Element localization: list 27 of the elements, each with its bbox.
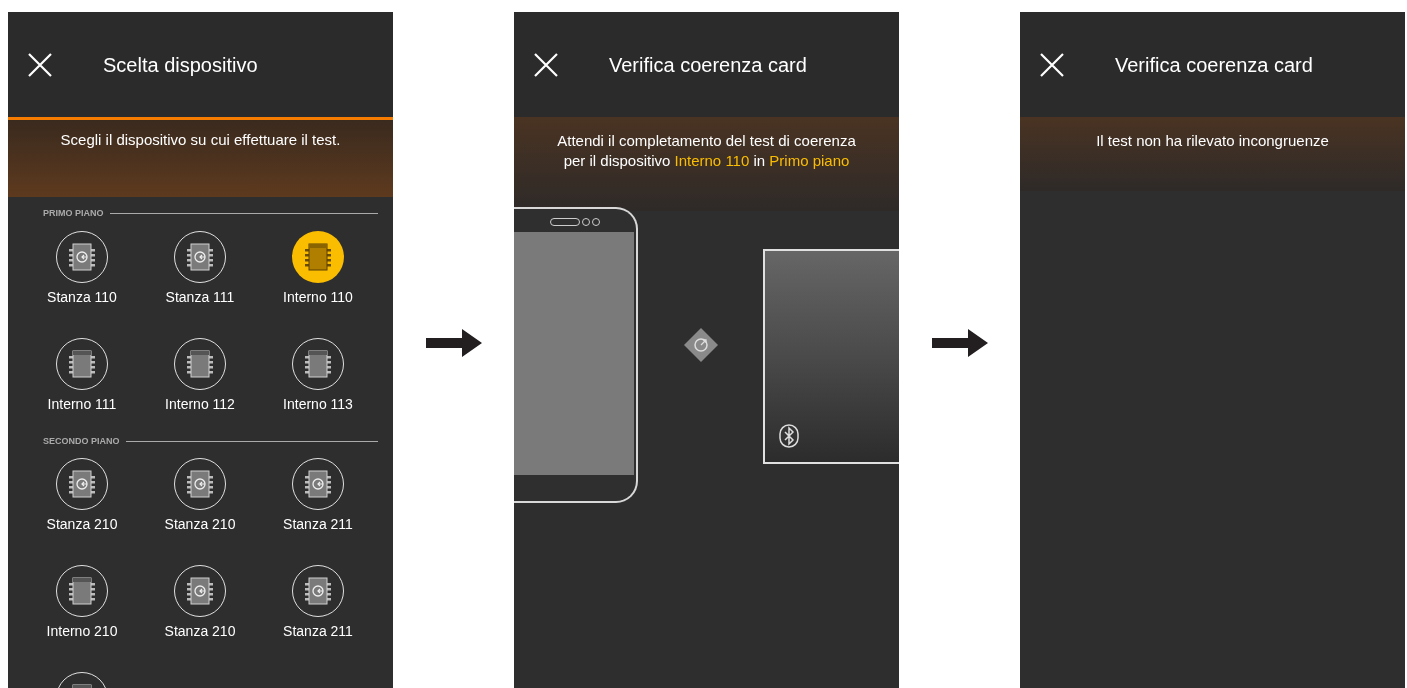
screen-title: Verifica coerenza card [1115,52,1313,78]
bluetooth-icon [779,424,799,448]
instruction-text: Scegli il dispositivo su cui effettuare il test. [60,130,341,150]
device-item[interactable]: Interno 210 [23,555,141,662]
section-label: PRIMO PIANO [43,207,104,220]
device-item[interactable]: Interno 113 [259,327,377,435]
device-item[interactable]: Stanza 210 [23,448,141,555]
device-item[interactable]: Stanza 111 [141,220,259,328]
close-icon[interactable] [1039,51,1065,78]
section-label: SECONDO PIANO [43,434,120,448]
status-message: Attendi il completamento del test di coerenza per il dispositivo Interno 110 in Primo piano [557,131,856,171]
arrow-icon [425,329,482,357]
chip-icon [292,230,344,283]
device-item[interactable]: Stanza 210 [141,555,259,662]
device-item[interactable]: Interno 111 [23,327,141,435]
arrow-icon [931,329,988,357]
device-item[interactable]: Interno 110 [259,220,377,328]
close-icon[interactable] [27,51,53,78]
device-item[interactable]: Stanza 211 [259,448,377,555]
device-item[interactable]: Interno 112 [141,327,259,435]
screen-title: Verifica coerenza card [609,52,807,78]
close-icon[interactable] [533,51,559,78]
device-item[interactable]: Stanza 110 [23,220,141,328]
device-item[interactable]: Stanza 211 [259,555,377,662]
status-message: Il test non ha rilevato incongruenze [1096,131,1329,151]
screen-title: Scelta dispositivo [103,52,258,78]
device-item[interactable]: Stanza 210 [141,448,259,555]
